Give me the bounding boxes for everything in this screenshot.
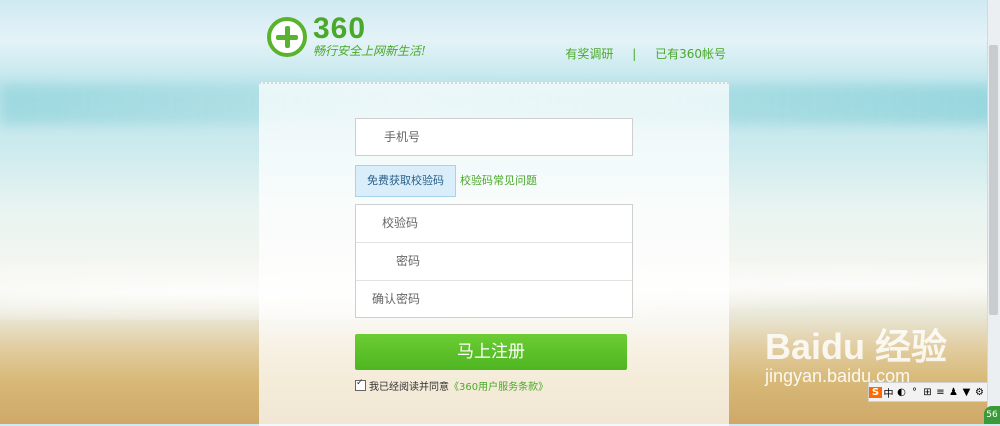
settings-icon[interactable]: ⚙ xyxy=(973,387,986,398)
logo-text: 360 畅行安全上网新生活! xyxy=(313,14,426,59)
verification-code-input[interactable]: 校验码 xyxy=(356,205,632,243)
confirm-password-input[interactable]: 确认密码 xyxy=(356,281,632,318)
logo-slogan: 畅行安全上网新生活! xyxy=(313,44,426,58)
menu-icon[interactable]: ≡ xyxy=(934,387,947,398)
logo-360[interactable]: 360 畅行安全上网新生活! xyxy=(267,14,426,59)
ime-toolbar: S 中 ◐ ° ⊞ ≡ ♟ ▼ ⚙ xyxy=(868,382,990,402)
link-separator: | xyxy=(632,47,637,61)
punctuation-icon[interactable]: ° xyxy=(908,387,921,398)
register-button[interactable]: 马上注册 xyxy=(355,334,627,370)
baidu-watermark: Baidu 经验 jingyan.baidu.com xyxy=(765,318,947,387)
agree-text: 我已经阅读并同意 xyxy=(369,382,449,393)
phone-input[interactable]: 手机号 xyxy=(355,118,633,156)
scrollbar-thumb[interactable] xyxy=(989,45,998,315)
agree-checkbox[interactable] xyxy=(355,378,366,391)
sogou-icon[interactable]: S xyxy=(869,386,882,398)
logo-number: 360 xyxy=(313,12,367,45)
password-input[interactable]: 密码 xyxy=(356,243,632,281)
credential-group: 校验码 密码 确认密码 xyxy=(355,204,633,318)
terms-link[interactable]: 《360用户服务条款》 xyxy=(449,378,548,393)
chinese-mode-icon[interactable]: 中 xyxy=(882,385,895,400)
vertical-scrollbar[interactable] xyxy=(987,0,1000,424)
login-link[interactable]: 已有360帐号 xyxy=(655,47,726,61)
survey-link[interactable]: 有奖调研 xyxy=(565,47,613,61)
keyboard-icon[interactable]: ⊞ xyxy=(921,387,934,398)
agreement: 我已经阅读并同意 《360用户服务条款》 xyxy=(355,378,548,393)
halfwidth-icon[interactable]: ◐ xyxy=(895,387,908,398)
skin-icon[interactable]: ▼ xyxy=(960,387,973,398)
get-code-button[interactable]: 免费获取校验码 xyxy=(355,165,456,197)
watermark-main: Baidu 经验 xyxy=(765,326,948,367)
code-faq-link[interactable]: 校验码常见问题 xyxy=(460,172,537,188)
user-icon[interactable]: ♟ xyxy=(947,387,960,398)
plus-icon xyxy=(267,16,307,57)
corner-badge[interactable]: 56 xyxy=(984,406,1000,424)
top-links: 有奖调研 | 已有360帐号 xyxy=(562,45,729,62)
header: 360 畅行安全上网新生活! 有奖调研 | 已有360帐号 xyxy=(259,0,729,82)
